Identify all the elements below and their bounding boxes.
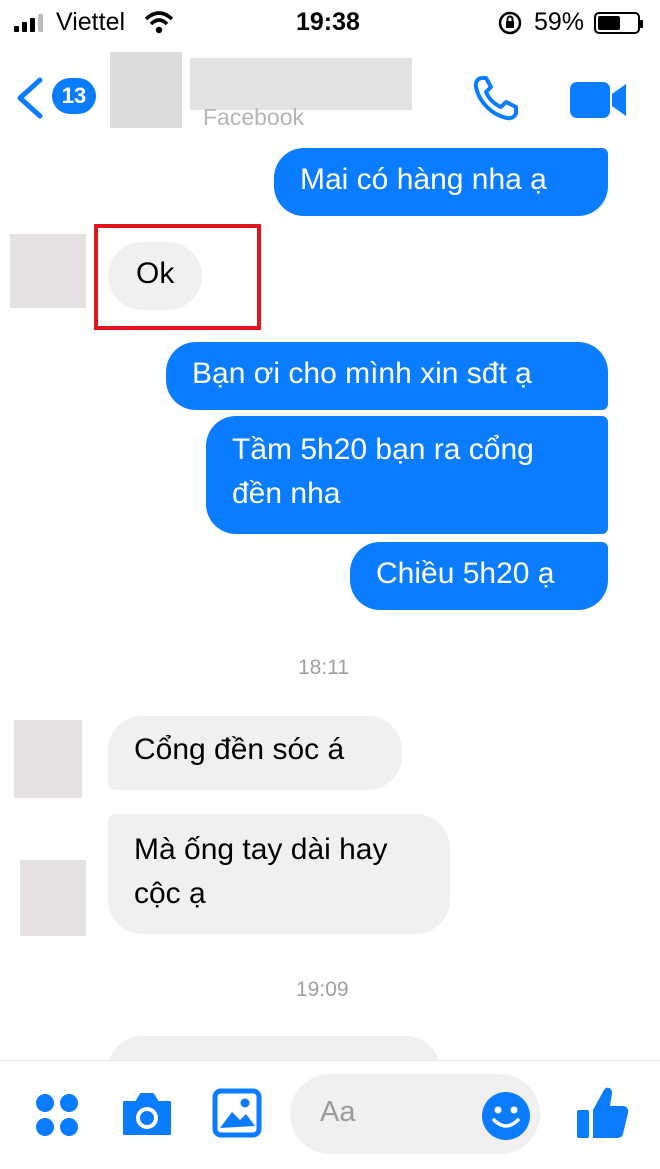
incoming-message[interactable]: Mà ống tay dài hay cộc ạ [108,814,450,934]
apps-grid-icon[interactable] [34,1092,80,1138]
incoming-message[interactable]: Cổng đền sóc á [108,716,402,790]
conversation-header: 13 Facebook [0,46,660,146]
message-input-placeholder: Aa [320,1096,356,1128]
contact-avatar[interactable] [110,52,182,128]
message-text-line: đền nha [232,477,341,510]
sender-avatar [10,234,86,308]
message-text-line: cộc ạ [134,877,206,910]
carrier-name: Viettel [56,8,126,36]
sender-avatar [20,860,86,936]
message-text: Mai có hàng nha ạ [300,163,547,196]
highlight-box [94,224,261,330]
message-text-line: Tầm 5h20 bạn ra cổng [232,433,534,466]
contact-subtitle: Facebook [203,104,305,130]
message-list: Mai có hàng nha ạ Ok Bạn ơi cho mình xin… [0,146,660,1076]
image-icon[interactable] [212,1088,262,1138]
contact-name[interactable] [190,58,412,110]
phone-icon[interactable] [470,74,526,122]
clock: 19:38 [296,8,360,36]
back-chevron-icon[interactable] [14,76,44,120]
timestamp: 19:09 [296,978,349,1001]
unread-count-badge[interactable]: 13 [52,78,96,114]
video-camera-icon[interactable] [568,80,630,120]
outgoing-message[interactable]: Bạn ơi cho mình xin sđt ạ [166,342,608,410]
outgoing-message[interactable]: Tầm 5h20 bạn ra cổng đền nha [206,416,608,534]
camera-icon[interactable] [120,1090,174,1138]
message-text: Bạn ơi cho mình xin sđt ạ [192,357,532,390]
battery-icon [594,12,643,34]
message-text: Chiều 5h20 ạ [376,557,555,590]
signal-icon [14,14,50,32]
outgoing-message[interactable]: Chiều 5h20 ạ [350,542,608,610]
outgoing-message[interactable]: Mai có hàng nha ạ [274,148,608,216]
orientation-lock-icon [498,11,522,35]
battery-percent: 59% [534,8,585,36]
wifi-icon [144,11,174,34]
timestamp: 18:11 [298,656,349,679]
sender-avatar [14,720,82,798]
status-bar: Viettel 19:38 59% [0,0,660,46]
message-text-line: Mà ống tay dài hay [134,833,388,866]
emoji-icon[interactable] [480,1090,532,1142]
thumbs-up-icon[interactable] [574,1084,630,1142]
message-text: Cổng đền sóc á [134,733,345,766]
